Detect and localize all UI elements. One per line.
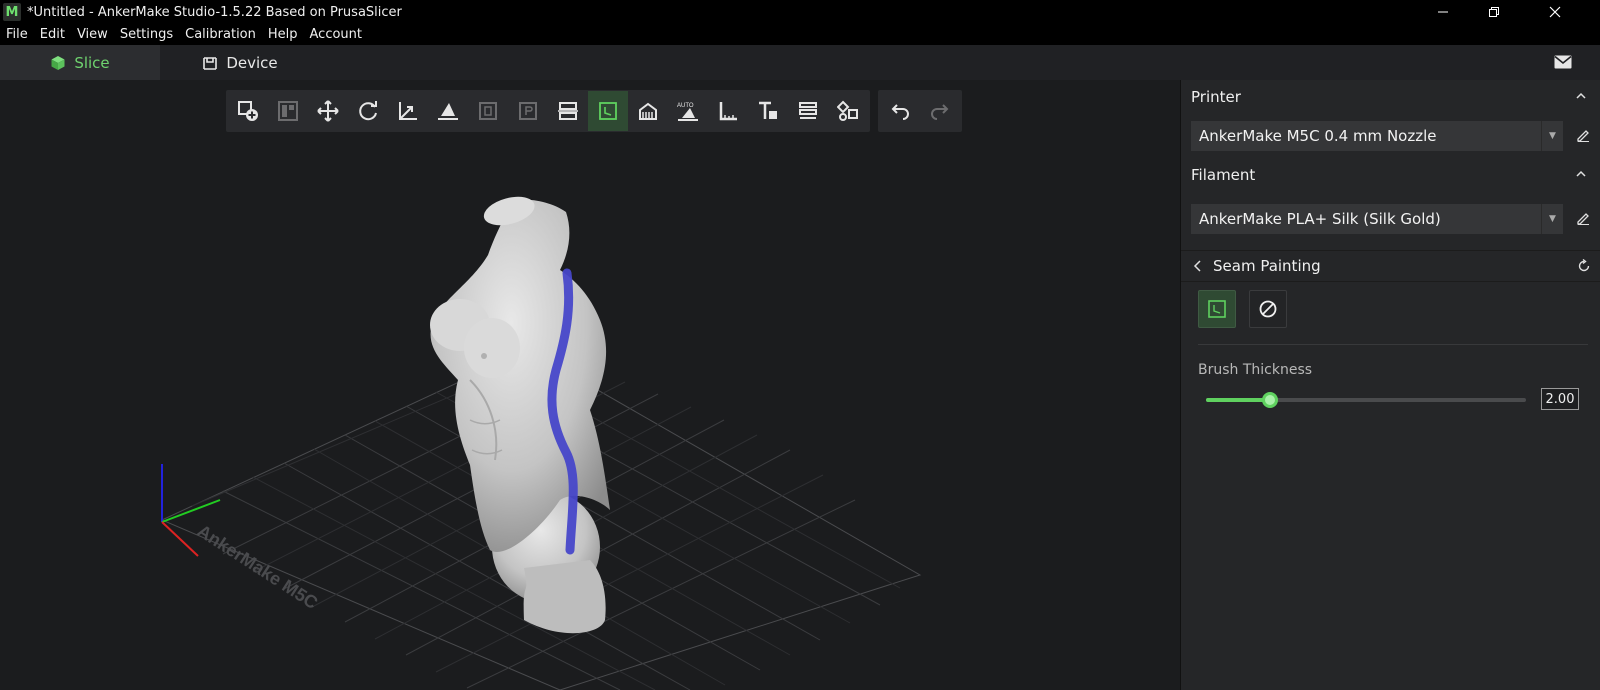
tab-device-label: Device	[226, 53, 278, 72]
filament-header-label: Filament	[1191, 166, 1256, 184]
edit-filament-icon[interactable]	[1576, 211, 1590, 225]
printer-device-icon	[203, 56, 218, 70]
menu-settings[interactable]: Settings	[114, 27, 179, 42]
seam-painting-header: Seam Painting	[1181, 250, 1600, 282]
slider-thumb[interactable]	[1262, 392, 1278, 408]
reset-icon[interactable]	[1577, 259, 1591, 273]
text-tool-button[interactable]	[748, 91, 788, 131]
chevron-down-icon[interactable]: ▼	[1541, 204, 1563, 234]
redo-icon	[931, 104, 949, 120]
scale-icon	[399, 102, 417, 120]
main-tool-group: AUTO	[226, 90, 870, 132]
auto-orient-button[interactable]: AUTO	[668, 91, 708, 131]
measure-icon	[719, 102, 737, 121]
edit-printer-icon[interactable]	[1576, 128, 1590, 142]
printer-header-label: Printer	[1191, 88, 1241, 106]
auto-orient-icon: AUTO	[677, 103, 698, 121]
copy-button[interactable]	[468, 91, 508, 131]
app-logo-icon: M	[3, 3, 21, 21]
tab-device[interactable]: Device	[160, 45, 320, 80]
rotate-button[interactable]	[348, 91, 388, 131]
support-painting-button[interactable]	[628, 91, 668, 131]
brush-thickness-value-input[interactable]: 2.00	[1541, 388, 1579, 410]
back-chevron-icon[interactable]	[1193, 260, 1203, 272]
restore-button[interactable]	[1471, 0, 1517, 24]
tab-bar: Slice Device	[0, 45, 1600, 80]
chevron-up-icon[interactable]	[1575, 168, 1587, 180]
menu-bar: File Edit View Settings Calibration Help…	[0, 24, 1600, 45]
redo-button[interactable]	[920, 91, 960, 131]
close-icon	[1549, 6, 1561, 18]
support-painting-icon	[639, 102, 657, 120]
scene-canvas[interactable]: AnkerMake M5C	[0, 80, 1180, 690]
brush-thickness-slider[interactable]	[1206, 392, 1526, 408]
measure-button[interactable]	[708, 91, 748, 131]
layers-icon	[799, 102, 817, 119]
minimize-icon	[1438, 11, 1448, 13]
prohibit-icon	[1259, 300, 1277, 318]
menu-help[interactable]: Help	[262, 27, 304, 42]
move-icon	[317, 100, 339, 122]
rotate-icon	[359, 101, 377, 121]
arrange-icon	[278, 101, 298, 121]
seam-painting-button[interactable]	[588, 91, 628, 131]
layers-button[interactable]	[788, 91, 828, 131]
undo-button[interactable]	[880, 91, 920, 131]
scale-button[interactable]	[388, 91, 428, 131]
filament-select[interactable]: AnkerMake PLA+ Silk (Silk Gold) ▼	[1191, 204, 1563, 234]
undo-icon	[891, 104, 909, 120]
close-button[interactable]	[1532, 0, 1578, 24]
chevron-up-icon[interactable]	[1575, 90, 1587, 102]
tab-slice-label: Slice	[74, 53, 110, 72]
chevron-down-icon[interactable]: ▼	[1541, 121, 1563, 151]
seam-paint-icon	[1208, 300, 1226, 318]
place-on-face-icon	[438, 103, 458, 120]
menu-account[interactable]: Account	[304, 27, 369, 42]
menu-view[interactable]: View	[71, 27, 114, 42]
seam-paint-brush-button[interactable]	[1198, 290, 1236, 328]
add-object-button[interactable]	[228, 91, 268, 131]
printer-select[interactable]: AnkerMake M5C 0.4 mm Nozzle ▼	[1191, 121, 1563, 151]
place-on-face-button[interactable]	[428, 91, 468, 131]
copy-icon	[479, 102, 497, 120]
arrange-button[interactable]	[268, 91, 308, 131]
window-title: *Untitled - AnkerMake Studio-1.5.22 Base…	[27, 4, 402, 20]
printer-section-header[interactable]: Printer	[1181, 80, 1600, 114]
settings-panel: Printer AnkerMake M5C 0.4 mm Nozzle ▼ Fi…	[1180, 80, 1600, 690]
tab-slice[interactable]: Slice	[0, 45, 160, 80]
history-tool-group	[878, 90, 962, 132]
title-bar: M *Untitled - AnkerMake Studio-1.5.22 Ba…	[0, 0, 1600, 24]
menu-calibration[interactable]: Calibration	[179, 27, 262, 42]
restore-icon	[1489, 7, 1499, 17]
menu-file[interactable]: File	[0, 27, 34, 42]
cut-icon	[558, 102, 578, 120]
filament-section-header[interactable]: Filament	[1181, 158, 1600, 192]
minimize-button[interactable]	[1420, 0, 1466, 24]
3d-viewport[interactable]: AnkerMake M5C	[0, 80, 1180, 690]
seam-erase-button[interactable]	[1249, 290, 1287, 328]
text-icon	[759, 101, 777, 119]
torso-model[interactable]	[430, 192, 610, 634]
split-parts-button[interactable]	[828, 91, 868, 131]
add-object-icon	[238, 101, 258, 121]
seam-painting-icon	[599, 102, 617, 120]
filament-select-value: AnkerMake PLA+ Silk (Silk Gold)	[1199, 210, 1441, 228]
move-button[interactable]	[308, 91, 348, 131]
menu-edit[interactable]: Edit	[34, 27, 71, 42]
section-divider	[1198, 344, 1588, 345]
toolbar: AUTO	[226, 90, 962, 132]
mail-icon[interactable]	[1554, 55, 1572, 69]
paste-button[interactable]	[508, 91, 548, 131]
printer-select-value: AnkerMake M5C 0.4 mm Nozzle	[1199, 127, 1437, 145]
split-parts-icon	[837, 100, 858, 121]
paste-icon	[519, 102, 537, 120]
bed-label: AnkerMake M5C	[194, 521, 322, 614]
slider-fill	[1206, 398, 1270, 402]
cut-button[interactable]	[548, 91, 588, 131]
cube-icon	[51, 55, 65, 70]
brush-thickness-label: Brush Thickness	[1198, 362, 1313, 378]
seam-painting-title: Seam Painting	[1213, 257, 1321, 275]
svg-text:AUTO: AUTO	[677, 103, 694, 109]
